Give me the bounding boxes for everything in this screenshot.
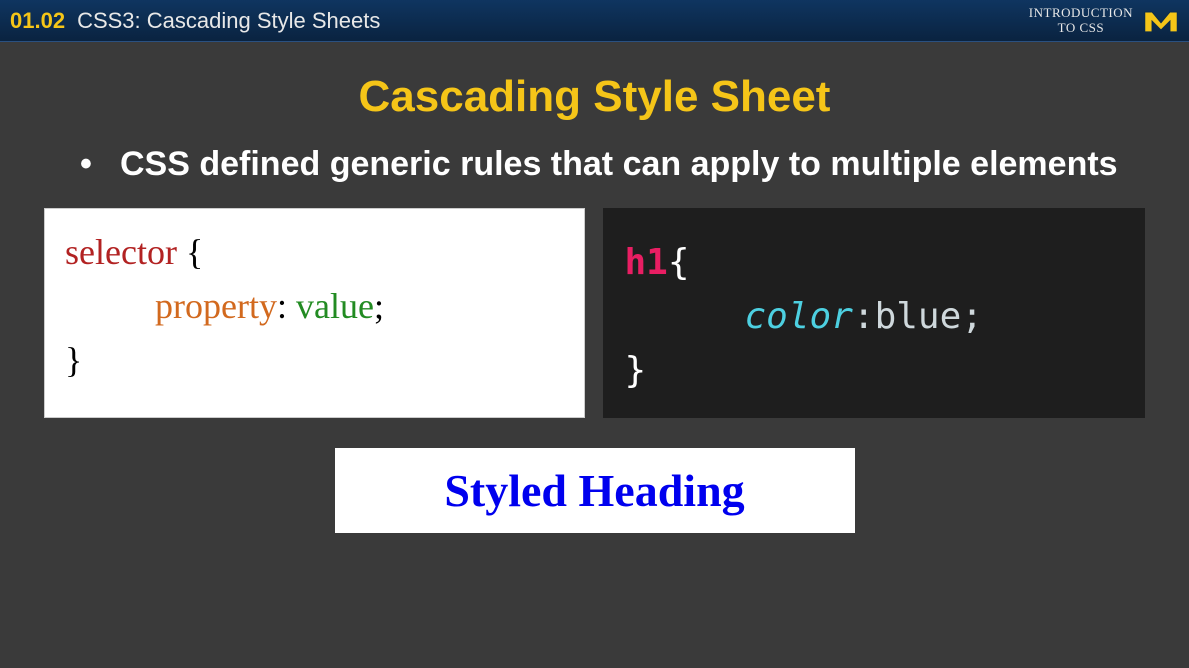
slide-subject: CSS3: Cascading Style Sheets (77, 8, 380, 34)
example-value: blue (875, 296, 962, 337)
course-label-line2: TO CSS (1029, 21, 1133, 35)
example-selector: h1 (625, 242, 668, 283)
code-examples-row: selector { property: value; } h1{ color:… (40, 208, 1149, 418)
example-colon: : (853, 296, 875, 337)
slide-header: 01.02 CSS3: Cascading Style Sheets INTRO… (0, 0, 1189, 42)
result-heading-text: Styled Heading (444, 465, 744, 516)
result-output-box: Styled Heading (335, 448, 855, 533)
bullet-list: CSS defined generic rules that can apply… (40, 142, 1149, 188)
syntax-property: property (155, 286, 277, 326)
syntax-line2: property: value; (65, 279, 564, 333)
slide-title: Cascading Style Sheet (40, 72, 1149, 122)
course-label: INTRODUCTION TO CSS (1029, 6, 1133, 35)
example-semicolon: ; (961, 296, 983, 337)
example-property: color (745, 296, 853, 337)
syntax-line1: selector { (65, 225, 564, 279)
code-example-box: h1{ color:blue; } (603, 208, 1146, 418)
header-right-group: INTRODUCTION TO CSS (1029, 6, 1179, 36)
bullet-item: CSS defined generic rules that can apply… (80, 142, 1149, 188)
slide-content: Cascading Style Sheet CSS defined generi… (0, 42, 1189, 553)
example-line1: h1{ (625, 236, 1124, 290)
course-label-line1: INTRODUCTION (1029, 6, 1133, 20)
syntax-open-brace: { (186, 232, 203, 272)
example-open-brace: { (668, 242, 690, 283)
example-line2: color:blue; (625, 290, 1124, 344)
syntax-selector: selector (65, 232, 177, 272)
syntax-template-box: selector { property: value; } (44, 208, 585, 418)
syntax-close-brace: } (65, 340, 82, 380)
syntax-semicolon: ; (374, 286, 384, 326)
example-line3: } (625, 344, 1124, 398)
slide-number: 01.02 (10, 8, 65, 34)
syntax-line3: } (65, 333, 564, 387)
michigan-logo-icon (1143, 6, 1179, 36)
syntax-colon: : (277, 286, 287, 326)
syntax-value: value (296, 286, 374, 326)
example-close-brace: } (625, 350, 647, 391)
